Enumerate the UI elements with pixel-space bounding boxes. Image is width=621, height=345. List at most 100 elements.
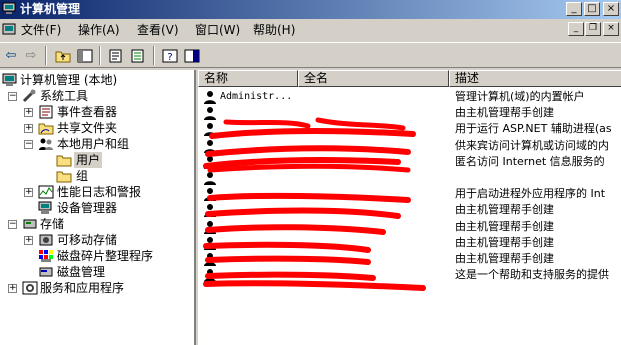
user-icon: [204, 236, 216, 250]
tree-item-services-applications[interactable]: + 服务和应用程序: [2, 280, 192, 296]
cell-description: 由主机管理帮手创建: [455, 235, 554, 249]
close-button[interactable]: ×: [603, 2, 619, 16]
menu-help[interactable]: 帮助(H): [253, 23, 295, 37]
details-list[interactable]: 名称 全名 描述 Administr... 管理计算机(域)的内置帐户 由主机管理帮…: [198, 70, 621, 345]
tree-item-local-users-groups[interactable]: − 本地用户和组: [2, 136, 192, 152]
child-close-button[interactable]: ×: [603, 22, 619, 36]
tree-item-users[interactable]: 用户: [2, 152, 192, 168]
tree-item-shared-folders[interactable]: + 共享文件夹: [2, 120, 192, 136]
child-minimize-button[interactable]: _: [568, 22, 584, 36]
column-header-description[interactable]: 描述: [449, 70, 621, 87]
maximize-button[interactable]: □: [584, 2, 600, 16]
action-pane-button[interactable]: [182, 46, 202, 65]
table-row[interactable]: [198, 170, 621, 186]
computer-icon: [2, 73, 17, 86]
tree-item-performance-logs[interactable]: + 性能日志和警报: [2, 184, 192, 200]
table-row[interactable]: 用于运行 ASP.NET 辅助进程(as: [198, 121, 621, 137]
tree-item-event-viewer[interactable]: + 事件查看器: [2, 104, 192, 120]
user-icon: [204, 253, 216, 266]
forward-button[interactable]: ⇨: [21, 46, 41, 65]
device-manager-icon: [38, 201, 52, 214]
tree-item-disk-management[interactable]: 磁盘管理: [2, 264, 192, 280]
user-icon: [204, 155, 216, 169]
removable-storage-icon: [39, 234, 53, 246]
tools-icon: [22, 89, 36, 103]
show-hide-tree-button[interactable]: [75, 46, 95, 65]
help-button[interactable]: ?: [160, 46, 180, 65]
cell-description: 供来宾访问计算机或访问域的内: [455, 138, 609, 152]
tree-item-system-tools[interactable]: − 系统工具: [2, 88, 192, 104]
minimize-button[interactable]: _: [566, 2, 582, 16]
cell-description: 管理计算机(域)的内置帐户: [455, 90, 585, 103]
user-icon: [204, 172, 216, 185]
expand-icon[interactable]: +: [24, 236, 33, 245]
tree-item-groups[interactable]: 组: [2, 168, 192, 184]
column-header-full-name[interactable]: 全名: [298, 70, 449, 87]
table-row[interactable]: 这是一个帮助和支持服务的提供: [198, 267, 621, 283]
user-icon: [204, 188, 216, 202]
tree-item-device-manager[interactable]: 设备管理器: [2, 200, 192, 216]
expand-icon[interactable]: +: [8, 284, 17, 293]
svg-text:?: ?: [167, 52, 172, 63]
export-list-icon: [131, 49, 144, 62]
tree-item-disk-defragmenter[interactable]: 磁盘碎片整理程序: [2, 248, 192, 264]
collapse-icon[interactable]: −: [8, 220, 17, 229]
folder-open-icon: [56, 155, 72, 167]
shared-folder-icon: [38, 123, 54, 135]
up-level-button[interactable]: [53, 46, 73, 65]
services-icon: [22, 281, 38, 295]
column-header-name[interactable]: 名称: [198, 70, 298, 87]
event-viewer-icon: [39, 105, 53, 119]
action-pane-icon: [184, 49, 200, 62]
properties-icon: [109, 49, 122, 62]
properties-button[interactable]: [106, 46, 126, 65]
cell-description: 匿名访问 Internet 信息服务的: [455, 154, 605, 168]
expand-icon[interactable]: +: [24, 108, 33, 117]
document-icon[interactable]: [2, 23, 16, 37]
toolbar: ⇦ ⇨ ?: [0, 42, 621, 68]
collapse-icon[interactable]: −: [8, 92, 17, 101]
storage-icon: [23, 219, 37, 229]
expand-icon[interactable]: +: [24, 124, 33, 133]
table-row[interactable]: 由主机管理帮手创建: [198, 202, 621, 218]
user-icon: [204, 269, 216, 283]
expand-icon[interactable]: +: [24, 188, 33, 197]
table-row[interactable]: 由主机管理帮手创建: [198, 251, 621, 267]
tree-label: 设备管理器: [57, 201, 118, 215]
help-icon: ?: [162, 49, 178, 63]
table-row[interactable]: 匿名访问 Internet 信息服务的: [198, 154, 621, 170]
toolbar-separator: [99, 46, 101, 65]
table-row[interactable]: 由主机管理帮手创建: [198, 235, 621, 251]
tree-label: 系统工具: [40, 89, 89, 103]
cell-description: 由主机管理帮手创建: [455, 252, 554, 265]
table-row[interactable]: 用于启动进程外应用程序的 Int: [198, 186, 621, 202]
window-title: 计算机管理: [20, 2, 81, 16]
cell-description: 由主机管理帮手创建: [455, 203, 554, 217]
user-icon: [204, 91, 216, 104]
menu-action[interactable]: 操作(A): [78, 23, 120, 37]
tree-item-removable-storage[interactable]: + 可移动存储: [2, 232, 192, 248]
folder-up-icon: [55, 51, 71, 62]
tree-label: 服务和应用程序: [40, 281, 125, 295]
menu-bar: 文件(F) 操作(A) 查看(V) 窗口(W) 帮助(H): [0, 19, 621, 41]
tree-label: 组: [76, 169, 89, 183]
tree-label: 性能日志和警报: [57, 185, 142, 199]
tree-item-root[interactable]: 计算机管理 (本地): [2, 72, 192, 88]
cell-description: 用于启动进程外应用程序的 Int: [455, 187, 606, 201]
back-button[interactable]: ⇦: [1, 46, 21, 65]
tree-item-storage[interactable]: − 存储: [2, 216, 192, 232]
defragmenter-icon: [39, 250, 53, 262]
menu-view[interactable]: 查看(V): [137, 23, 179, 37]
console-tree[interactable]: 计算机管理 (本地) − 系统工具 + 事件查看器 + 共享文件夹 − 本地用户…: [0, 70, 196, 345]
child-restore-button[interactable]: ❐: [585, 22, 601, 36]
tree-label: 计算机管理 (本地): [20, 73, 118, 87]
title-bar: 计算机管理 _ □ ×: [0, 0, 621, 19]
table-row[interactable]: 由主机管理帮手创建: [198, 219, 621, 235]
table-row[interactable]: 供来宾访问计算机或访问域的内: [198, 138, 621, 154]
collapse-icon[interactable]: −: [24, 140, 33, 149]
menu-file[interactable]: 文件(F): [21, 23, 61, 37]
table-row[interactable]: 由主机管理帮手创建: [198, 105, 621, 121]
menu-window[interactable]: 窗口(W): [195, 23, 240, 37]
table-row[interactable]: Administr... 管理计算机(域)的内置帐户: [198, 89, 621, 105]
export-list-button[interactable]: [128, 46, 148, 65]
